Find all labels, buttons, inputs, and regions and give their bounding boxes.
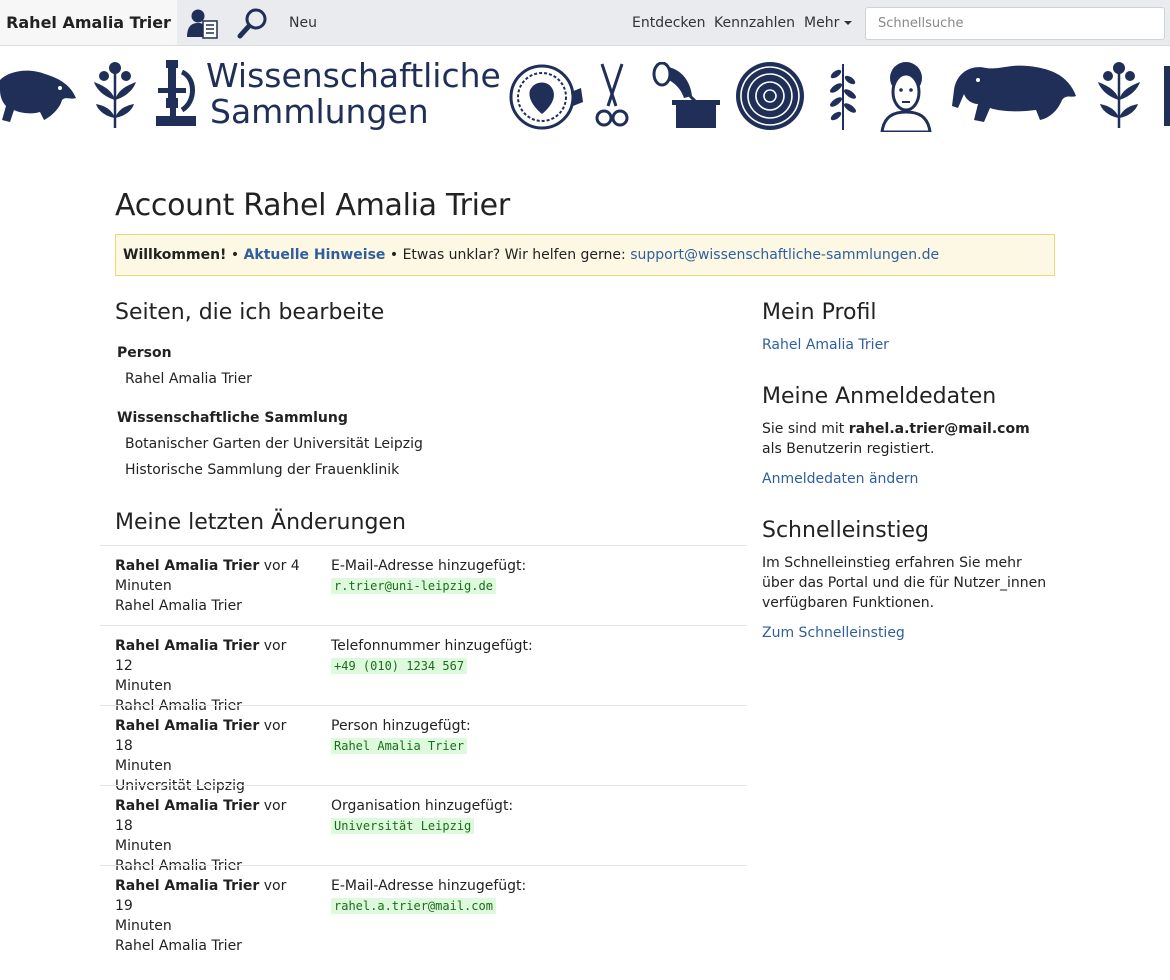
beast-icon (0, 70, 76, 122)
change-target[interactable]: Rahel Amalia Trier (115, 598, 242, 614)
change-action: Person hinzugefügt: (331, 718, 471, 734)
change-action: E-Mail-Adresse hinzugefügt: (331, 878, 527, 894)
leaf-icon (830, 64, 856, 130)
change-login-link[interactable]: Anmeldedaten ändern (762, 469, 918, 489)
change-time: vor 4 (259, 558, 300, 574)
logo-line-2: Sammlungen (210, 92, 429, 131)
change-detail: Organisation hinzugefügt: Universität Lei… (331, 796, 513, 836)
change-author[interactable]: Rahel Amalia Trier (115, 638, 259, 654)
alert-sep: • (385, 247, 403, 263)
user-list-icon[interactable] (186, 7, 220, 39)
page-link[interactable]: Botanischer Garten der Universität Leipz… (125, 436, 423, 452)
edge-icon (1164, 66, 1170, 126)
quickstart-link[interactable]: Zum Schnelleinstieg (762, 623, 905, 643)
nav-more-label: Mehr (804, 15, 840, 31)
ammonite-icon (736, 62, 804, 130)
change-time-unit: Minuten (115, 758, 172, 774)
welcome-alert: Willkommen! • Aktuelle Hinweise • Etwas … (115, 234, 1055, 276)
login-info: Sie sind mit rahel.a.trier@mail.com als … (762, 419, 1052, 459)
quick-search-input[interactable] (865, 7, 1165, 40)
top-navbar: Rahel Amalia Trier Neu Entdecken Kennzah… (0, 0, 1170, 46)
change-time-unit: Minuten (115, 918, 172, 934)
site-banner (0, 46, 1170, 146)
change-meta: Rahel Amalia Trier vor 12 Minuten Rahel Am… (115, 636, 305, 716)
scissors-icon (595, 63, 629, 127)
gramophone-icon (652, 62, 720, 128)
pages-heading: Seiten, die ich bearbeite (115, 300, 385, 325)
login-text-after: als Benutzerin registiert. (762, 441, 935, 457)
change-meta: Rahel Amalia Trier vor 18 Minuten Universi… (115, 716, 305, 796)
nav-new-link[interactable]: Neu (289, 0, 317, 46)
horse-icon (952, 65, 1076, 122)
change-row: Rahel Amalia Trier vor 19 Minuten Rahel Am… (100, 865, 747, 954)
logo-line-1: Wissenschaftliche (206, 56, 501, 95)
change-value: rahel.a.trier@mail.com (331, 898, 496, 914)
group-label-collection: Wissenschaftliche Sammlung (117, 410, 348, 426)
login-heading: Meine Anmeldedaten (762, 384, 997, 409)
quickstart-heading: Schnelleinstieg (762, 518, 929, 543)
profile-link[interactable]: Rahel Amalia Trier (762, 335, 889, 355)
change-detail: Person hinzugefügt: Rahel Amalia Trier (331, 716, 471, 756)
site-logo[interactable]: Wissenschaftliche Sammlungen (206, 58, 501, 130)
alert-sep: • (226, 247, 244, 263)
change-row: Rahel Amalia Trier vor 4 Minuten Rahel Ama… (100, 545, 747, 625)
nav-discover-link[interactable]: Entdecken (632, 0, 706, 46)
group-label-person: Person (117, 345, 172, 361)
changes-heading: Meine letzten Änderungen (115, 510, 406, 535)
change-time-unit: Minuten (115, 838, 172, 854)
seal-icon (509, 64, 583, 130)
change-value: Rahel Amalia Trier (331, 738, 468, 754)
change-detail: Telefonnummer hinzugefügt: +49 (010) 1234… (331, 636, 533, 676)
change-detail: E-Mail-Adresse hinzugefügt: r.trier@uni-l… (331, 556, 526, 596)
plant-icon (94, 62, 136, 128)
change-action: Organisation hinzugefügt: (331, 798, 514, 814)
nav-figures-link[interactable]: Kennzahlen (714, 0, 795, 46)
change-action: E-Mail-Adresse hinzugefügt: (331, 558, 527, 574)
login-email: rahel.a.trier@mail.com (848, 421, 1030, 437)
change-time-unit: Minuten (115, 578, 172, 594)
change-action: Telefonnummer hinzugefügt: (331, 638, 533, 654)
plant-icon (1098, 62, 1140, 128)
nav-more-dropdown[interactable]: Mehr (804, 0, 853, 46)
bust-icon (880, 62, 932, 132)
page-title: Account Rahel Amalia Trier (115, 188, 510, 223)
change-value: r.trier@uni-leipzig.de (331, 578, 496, 594)
change-value: Universität Leipzig (331, 818, 475, 834)
change-row: Rahel Amalia Trier vor 18 Minuten Rahel Am… (100, 785, 747, 874)
change-author[interactable]: Rahel Amalia Trier (115, 878, 259, 894)
login-text-before: Sie sind mit (762, 421, 849, 437)
microscope-icon (156, 60, 196, 126)
quickstart-text: Im Schnelleinstieg erfahren Sie mehr übe… (762, 555, 1047, 611)
chevron-down-icon (844, 21, 853, 25)
change-value: +49 (010) 1234 567 (331, 658, 468, 674)
change-author[interactable]: Rahel Amalia Trier (115, 798, 259, 814)
notices-link[interactable]: Aktuelle Hinweise (244, 247, 386, 263)
change-row: Rahel Amalia Trier vor 18 Minuten Universi… (100, 705, 747, 794)
alert-help-text: Etwas unklar? Wir helfen gerne: (402, 247, 631, 263)
alert-welcome: Willkommen! (123, 247, 227, 263)
search-icon[interactable] (237, 7, 271, 39)
change-time-unit: Minuten (115, 678, 172, 694)
brand-link[interactable]: Rahel Amalia Trier (0, 0, 177, 45)
page-link[interactable]: Historische Sammlung der Frauenklinik (125, 462, 399, 478)
change-row: Rahel Amalia Trier vor 12 Minuten Rahel Am… (100, 625, 747, 714)
change-author[interactable]: Rahel Amalia Trier (115, 718, 259, 734)
change-detail: E-Mail-Adresse hinzugefügt: rahel.a.trier… (331, 876, 526, 916)
change-target[interactable]: Rahel Amalia Trier (115, 938, 242, 954)
change-author[interactable]: Rahel Amalia Trier (115, 558, 259, 574)
page-link[interactable]: Rahel Amalia Trier (125, 371, 252, 387)
change-meta: Rahel Amalia Trier vor 4 Minuten Rahel Ama… (115, 556, 305, 616)
change-meta: Rahel Amalia Trier vor 18 Minuten Rahel Am… (115, 796, 305, 876)
changes-list: Rahel Amalia Trier vor 4 Minuten Rahel Ama… (100, 545, 747, 954)
change-meta: Rahel Amalia Trier vor 19 Minuten Rahel Am… (115, 876, 305, 956)
support-email-link[interactable]: support@wissenschaftliche-sammlungen.de (630, 247, 939, 263)
profile-heading: Mein Profil (762, 300, 877, 325)
